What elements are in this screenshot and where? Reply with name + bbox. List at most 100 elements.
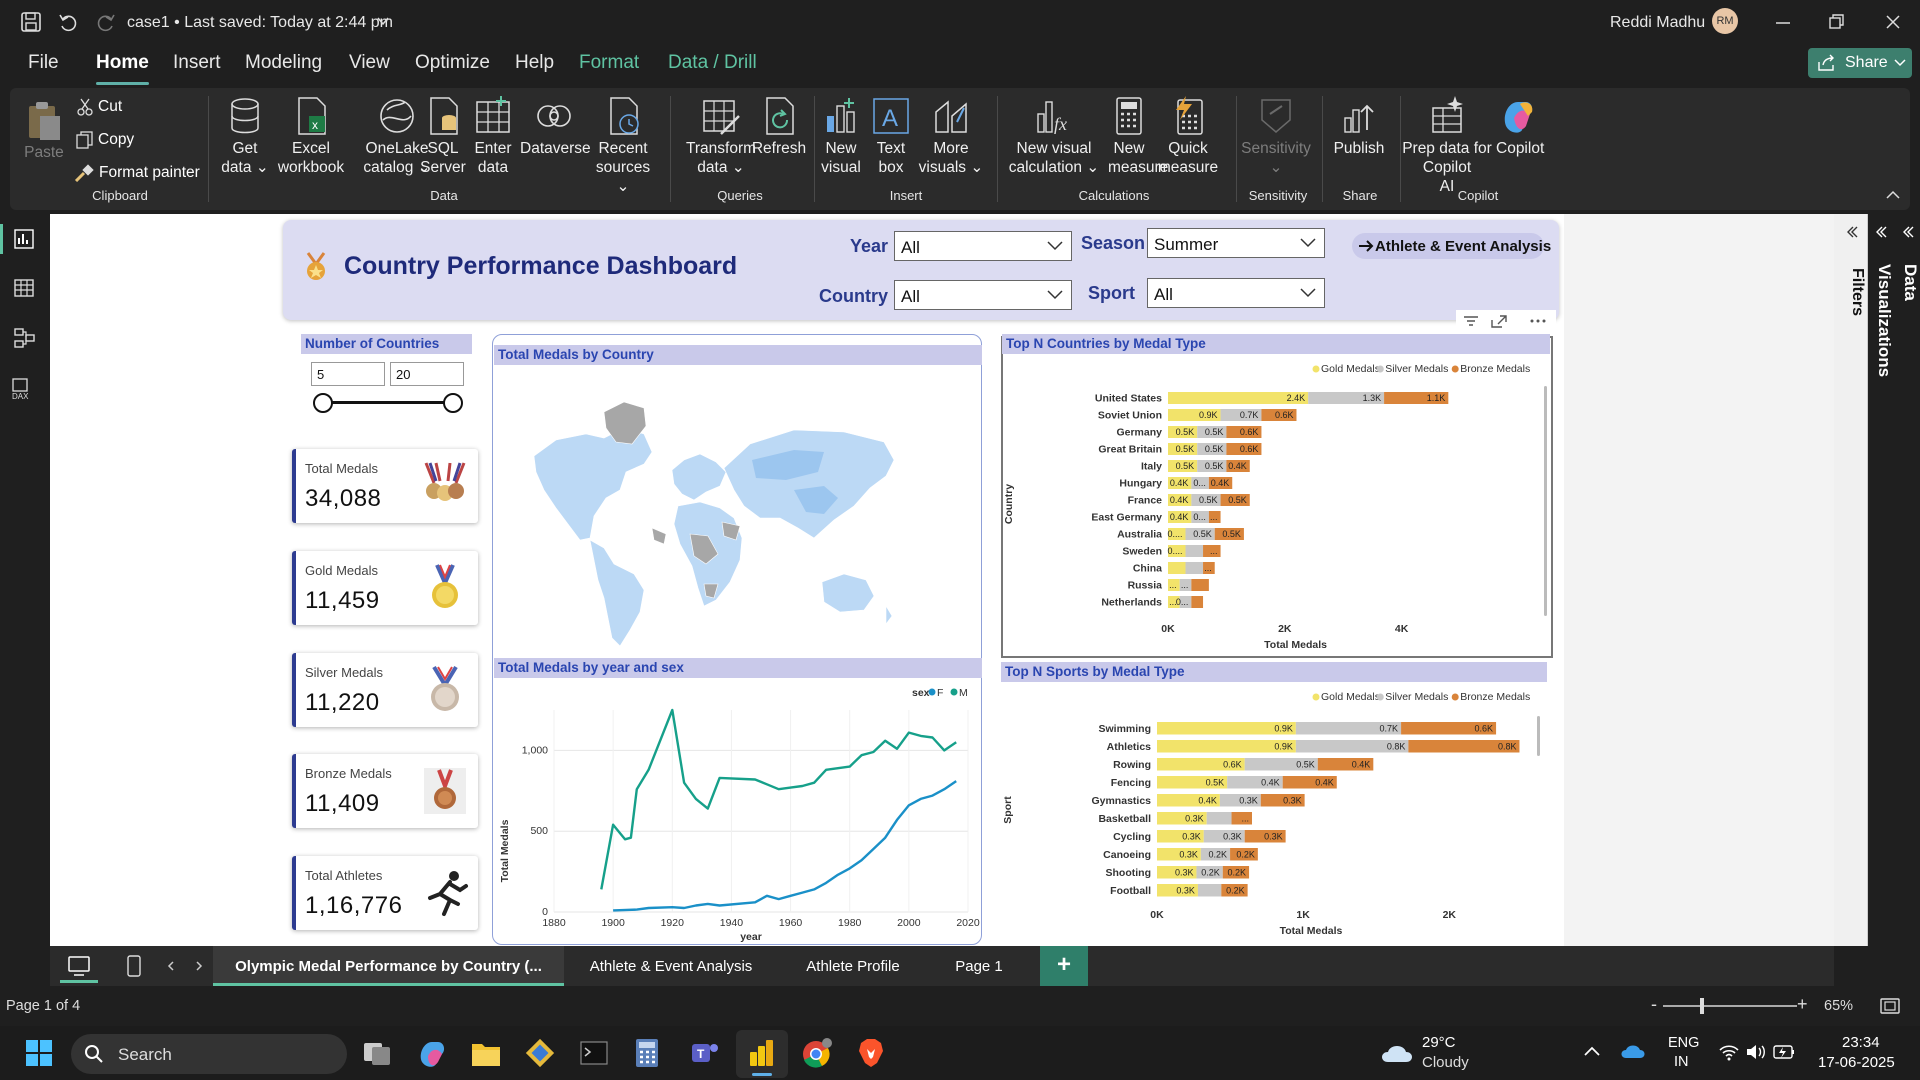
prep-data-copilot-button[interactable]: Prep data for Copilot AI [1400, 96, 1494, 196]
weather-cloud-icon[interactable] [1378, 1040, 1418, 1066]
south-america-region[interactable] [589, 539, 645, 647]
athlete-event-nav-button[interactable]: Athlete & Event Analysis [1352, 233, 1551, 259]
menu-optimize[interactable]: Optimize [415, 52, 490, 74]
file-title[interactable]: case1 • Last saved: Today at 2:44 pm [127, 14, 393, 32]
desktop-layout-icon[interactable] [68, 956, 90, 976]
onedrive-icon[interactable] [1620, 1042, 1646, 1060]
text-box-button[interactable]: A Text box [868, 96, 914, 177]
menu-file[interactable]: File [28, 52, 59, 74]
slider-max-handle[interactable] [443, 393, 463, 413]
clock-time[interactable]: 23:34 [1842, 1034, 1880, 1051]
restore-icon[interactable] [1828, 13, 1846, 31]
slider-min-handle[interactable] [313, 393, 333, 413]
enter-data-button[interactable]: Enter data [470, 96, 516, 177]
refresh-button[interactable]: Refresh [744, 96, 814, 158]
sport-dropdown[interactable]: All [1147, 278, 1325, 308]
tab-page-1[interactable]: Page 1 [928, 946, 1030, 986]
new-visual-calculation-button[interactable]: fx New visual calculation ⌄ [998, 96, 1110, 177]
collapse-ribbon-icon[interactable] [1886, 190, 1900, 200]
table-view-icon[interactable] [13, 277, 35, 299]
slider-min-input[interactable]: 5 [311, 362, 385, 386]
more-visuals-button[interactable]: More visuals ⌄ [918, 96, 984, 177]
previous-page-icon[interactable] [167, 961, 175, 971]
chevron-down-icon[interactable] [377, 16, 389, 26]
excel-workbook-button[interactable]: x Excel workbook [274, 96, 348, 177]
close-icon[interactable] [1884, 13, 1902, 31]
file-explorer-icon[interactable] [470, 1038, 502, 1068]
more-options-icon[interactable] [1530, 319, 1534, 323]
filters-pane[interactable]: Filters [1834, 214, 1868, 946]
copilot-button[interactable]: Copilot [1496, 96, 1544, 158]
calculator-app-icon[interactable] [634, 1037, 660, 1069]
menu-format[interactable]: Format [579, 52, 639, 74]
sports-bar-chart[interactable]: Gold Medals Silver Medals Bronze Medals Swi… [1001, 684, 1549, 946]
menu-view[interactable]: View [349, 52, 390, 74]
north-america-region[interactable] [533, 427, 653, 541]
expand-data-icon[interactable] [1902, 226, 1914, 238]
year-dropdown[interactable]: All [894, 231, 1072, 261]
europe-region[interactable] [671, 453, 727, 501]
input-region[interactable]: IN [1674, 1054, 1689, 1070]
new-visual-button[interactable]: New visual [818, 96, 864, 177]
menu-home[interactable]: Home [96, 52, 149, 85]
dataverse-button[interactable]: Dataverse [520, 96, 591, 158]
fit-to-page-icon[interactable] [1880, 998, 1900, 1014]
mobile-layout-icon[interactable] [127, 955, 141, 977]
report-view-icon[interactable] [13, 228, 35, 250]
line-chart[interactable]: 05001,0001880 1900 1920 1940 1960 1980 2000 202… [494, 680, 980, 944]
minimize-icon[interactable] [1774, 14, 1792, 32]
zoom-slider[interactable] [1663, 1005, 1797, 1007]
season-dropdown[interactable]: Summer [1147, 228, 1325, 258]
quick-measure-button[interactable]: Quick measure [1156, 96, 1220, 177]
copilot-taskbar-icon[interactable] [416, 1038, 446, 1068]
tab-athlete-event-analysis[interactable]: Athlete & Event Analysis [564, 946, 778, 986]
menu-insert[interactable]: Insert [173, 52, 221, 74]
country-dropdown[interactable]: All [894, 280, 1072, 310]
wifi-icon[interactable] [1718, 1043, 1740, 1061]
search-box[interactable]: Search [71, 1034, 347, 1074]
avatar[interactable]: RM [1712, 8, 1738, 34]
dax-query-view-icon[interactable]: DAX [11, 377, 35, 401]
expand-filters-icon[interactable] [1846, 226, 1858, 238]
task-view-icon[interactable] [362, 1039, 392, 1067]
menu-help[interactable]: Help [515, 52, 554, 74]
chevron-up-icon[interactable] [1584, 1046, 1600, 1056]
visualizations-pane[interactable]: Visualizations [1868, 214, 1894, 946]
menu-data-drill[interactable]: Data / Drill [668, 52, 757, 74]
chrome-icon[interactable] [800, 1036, 834, 1070]
next-page-icon[interactable] [195, 961, 203, 971]
countries-bar-chart[interactable]: Gold Medals Silver Medals Bronze Medals Uni… [1002, 356, 1550, 656]
sql-server-button[interactable]: SQL Server [418, 96, 468, 177]
zoom-slider-thumb[interactable] [1700, 998, 1704, 1014]
model-view-icon[interactable] [13, 327, 35, 349]
teams-icon[interactable]: T [688, 1038, 720, 1068]
zoom-in-button[interactable]: + [1797, 994, 1808, 1015]
menu-modeling[interactable]: Modeling [245, 52, 322, 74]
power-bi-taskbar-item[interactable] [736, 1030, 788, 1078]
tab-olympic-medal-performance[interactable]: Olympic Medal Performance by Country (..… [213, 946, 564, 986]
input-language[interactable]: ENG [1668, 1035, 1699, 1051]
new-measure-button[interactable]: New measure [1108, 96, 1168, 177]
new-zealand-region[interactable] [885, 604, 893, 625]
git-icon[interactable] [525, 1038, 555, 1068]
redo-icon[interactable] [95, 11, 117, 33]
data-pane[interactable]: Data [1896, 214, 1920, 946]
tab-athlete-profile[interactable]: Athlete Profile [778, 946, 928, 986]
australia-region[interactable] [821, 573, 875, 613]
volume-icon[interactable] [1745, 1043, 1767, 1061]
add-page-button[interactable]: + [1040, 946, 1088, 986]
battery-icon[interactable] [1772, 1042, 1796, 1062]
brave-icon[interactable] [857, 1037, 885, 1069]
asia-region[interactable] [723, 429, 895, 539]
save-icon[interactable] [20, 11, 42, 33]
get-data-button[interactable]: Get data ⌄ [220, 96, 270, 177]
publish-button[interactable]: Publish [1324, 96, 1394, 158]
slider-max-input[interactable]: 20 [390, 362, 464, 386]
world-map[interactable] [494, 368, 980, 653]
windows-start-icon[interactable] [25, 1039, 53, 1067]
terminal-icon[interactable] [579, 1038, 609, 1068]
zoom-out-button[interactable]: - [1651, 994, 1657, 1015]
recent-sources-button[interactable]: Recent sources ⌄ [590, 96, 656, 196]
paste-button[interactable]: Paste [24, 100, 64, 162]
share-button[interactable]: Share [1808, 48, 1912, 78]
